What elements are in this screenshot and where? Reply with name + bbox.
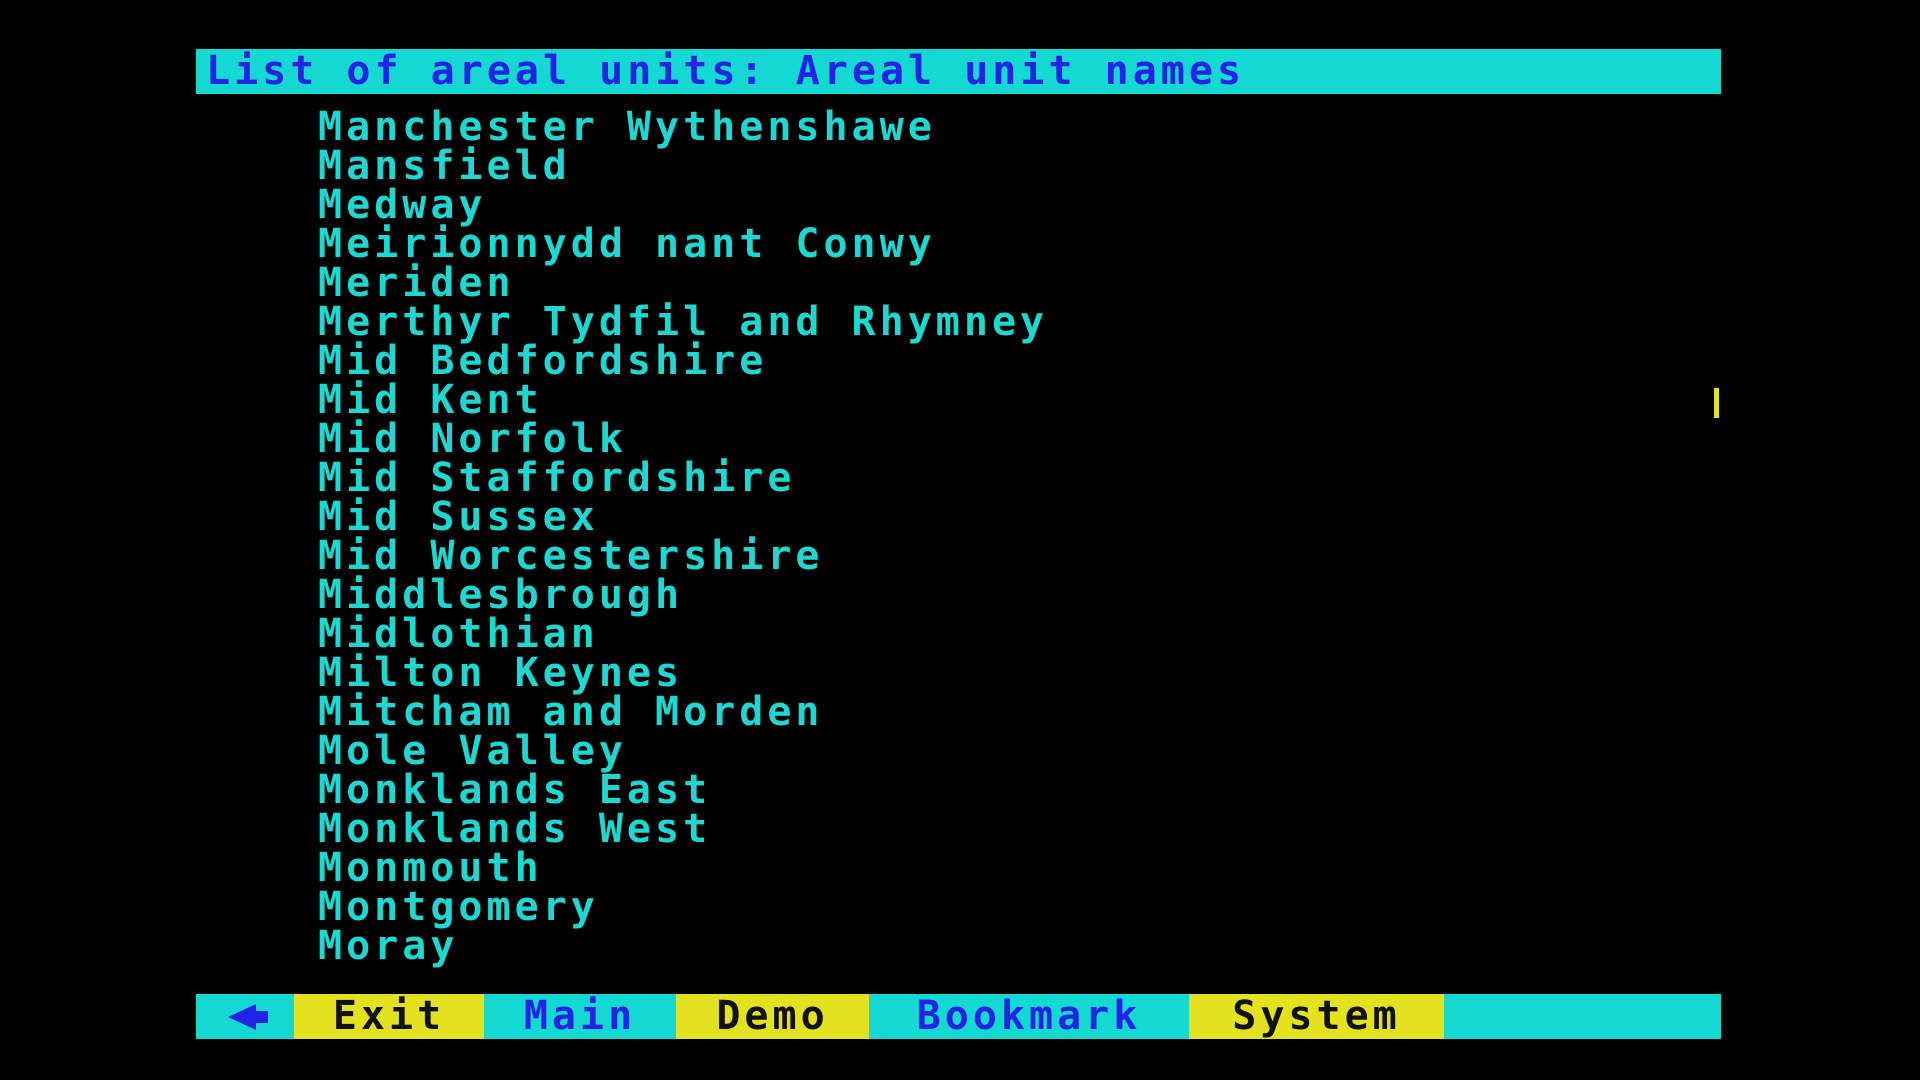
nav-bar-filler: [1444, 994, 1721, 1039]
areal-unit-list: Manchester Wythenshawe Mansfield Medway …: [318, 107, 1618, 966]
exit-button[interactable]: Exit: [294, 994, 484, 1039]
list-item[interactable]: Mid Sussex: [318, 497, 1618, 537]
list-item[interactable]: Montgomery: [318, 887, 1618, 927]
list-item[interactable]: Midlothian: [318, 614, 1618, 654]
bottom-nav-bar: Exit Main Demo Bookmark System: [196, 994, 1721, 1039]
list-item[interactable]: Mid Norfolk: [318, 419, 1618, 459]
screen: List of areal units: Areal unit names Ma…: [0, 0, 1920, 1080]
list-item[interactable]: Merthyr Tydfil and Rhymney: [318, 302, 1618, 342]
list-item[interactable]: Mansfield: [318, 146, 1618, 186]
back-arrow-icon: [228, 1004, 268, 1030]
list-item[interactable]: Mole Valley: [318, 731, 1618, 771]
list-item[interactable]: Middlesbrough: [318, 575, 1618, 615]
list-item[interactable]: Medway: [318, 185, 1618, 225]
list-item[interactable]: Mid Staffordshire: [318, 458, 1618, 498]
list-item[interactable]: Meirionnydd nant Conwy: [318, 224, 1618, 264]
list-item[interactable]: Mid Worcestershire: [318, 536, 1618, 576]
main-button[interactable]: Main: [484, 994, 676, 1039]
cursor-marker: [1714, 388, 1719, 418]
list-item[interactable]: Meriden: [318, 263, 1618, 303]
list-item[interactable]: Monklands East: [318, 770, 1618, 810]
list-item[interactable]: Moray: [318, 926, 1618, 966]
list-item[interactable]: Monklands West: [318, 809, 1618, 849]
list-item[interactable]: Milton Keynes: [318, 653, 1618, 693]
bookmark-button[interactable]: Bookmark: [869, 994, 1189, 1039]
list-item[interactable]: Mid Bedfordshire: [318, 341, 1618, 381]
list-item[interactable]: Mitcham and Morden: [318, 692, 1618, 732]
list-item[interactable]: Monmouth: [318, 848, 1618, 888]
demo-button[interactable]: Demo: [676, 994, 869, 1039]
system-button[interactable]: System: [1189, 994, 1444, 1039]
list-item[interactable]: Mid Kent: [318, 380, 1618, 420]
back-button[interactable]: [196, 994, 294, 1039]
page-title: List of areal units: Areal unit names: [196, 49, 1721, 94]
list-item[interactable]: Manchester Wythenshawe: [318, 107, 1618, 147]
